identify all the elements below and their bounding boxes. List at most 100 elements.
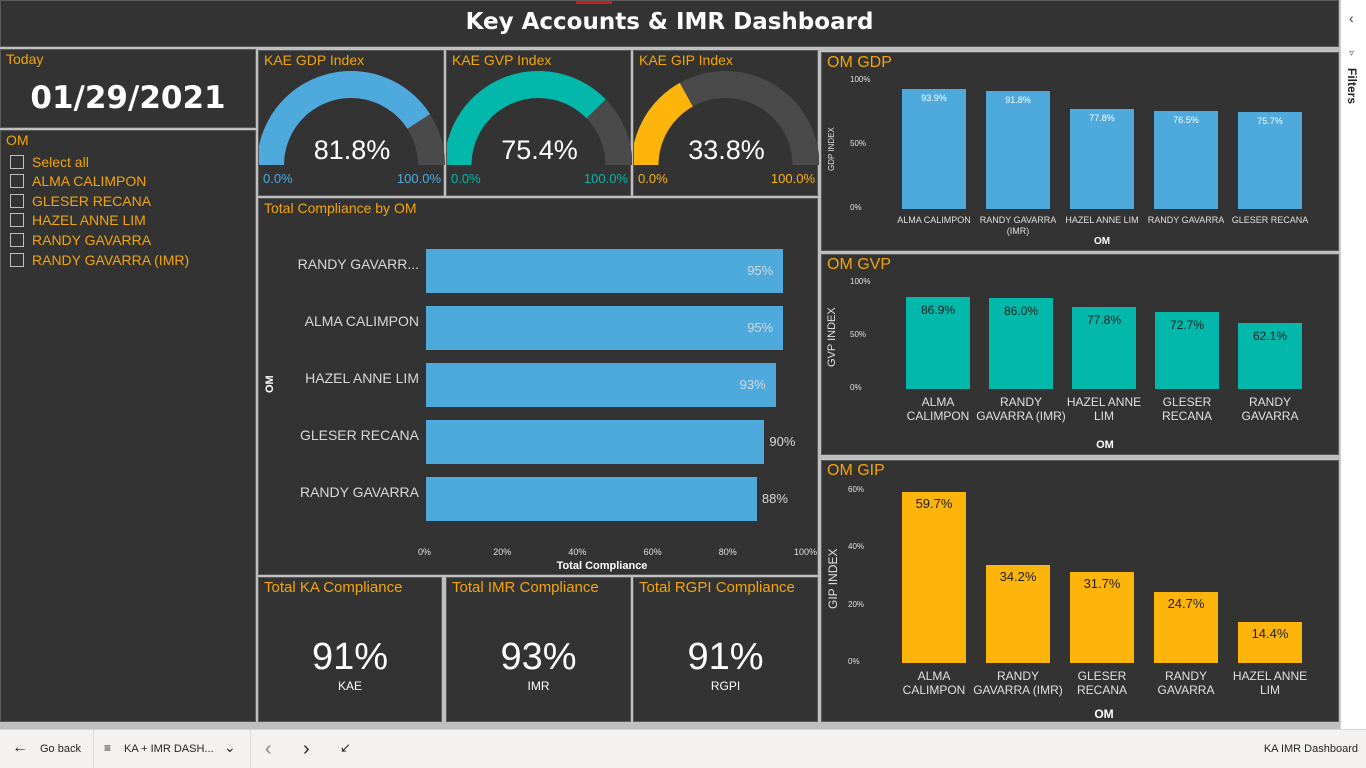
slicer-item-select-all[interactable]: Select all (10, 153, 89, 171)
bar-category-label: HAZEL ANNE LIM (305, 370, 419, 386)
bar-value-label: 76.5% (1173, 115, 1199, 126)
report-name: KA IMR Dashboard (1263, 743, 1358, 755)
slicer-item-randy-gavarra[interactable]: RANDY GAVARRA (10, 231, 151, 249)
slicer-item-gleser-recana[interactable]: GLESER RECANA (10, 192, 151, 210)
gauge-kae-gdp[interactable]: KAE GDP Index 81.8% 0.0% 100.0% (258, 50, 445, 196)
bar-value-label: 86.9% (920, 302, 956, 317)
page-navigation-bar: ← Go back ≡ KA + IMR DASH... ⌄ ‹ › ↙ KA … (0, 729, 1366, 768)
x-category-label: ALMA CALIMPON (906, 395, 970, 423)
kpi-subtitle: KAE (337, 679, 362, 693)
bar-value-label: 88% (761, 491, 788, 506)
go-back-button[interactable]: Go back (40, 743, 81, 755)
chevron-down-icon[interactable]: ⌄ (224, 739, 236, 756)
checkbox[interactable] (10, 213, 24, 227)
y-axis-title: GVP INDEX (826, 307, 838, 367)
chevron-left-icon[interactable]: ‹ (1349, 10, 1354, 26)
x-category-label: ALMA CALIMPON (902, 669, 966, 697)
checkbox[interactable] (10, 174, 24, 188)
checkbox[interactable] (10, 233, 24, 247)
gauge-kae-gvp[interactable]: KAE GVP Index 75.4% 0.0% 100.0% (446, 50, 632, 196)
om-gip-chart[interactable]: OM GIP GIP INDEX OM 60% 40% 20% 0% 59.7% ALMA… (821, 460, 1339, 722)
x-tick-label: 60% (643, 547, 662, 557)
om-gdp-chart[interactable]: OM GDP GDP INDEX OM 100% 50% 0% 93.9% ALMA C… (821, 52, 1339, 251)
kpi-rgpi-compliance[interactable]: Total RGPI Compliance 91% RGPI (633, 577, 818, 722)
slicer-item-label: RANDY GAVARRA (32, 232, 152, 248)
page-selector[interactable]: KA + IMR DASH... (124, 743, 214, 755)
checkbox[interactable] (10, 253, 24, 267)
gauge-min-label: 0.0% (638, 171, 668, 186)
kpi-ka-compliance[interactable]: Total KA Compliance 91% KAE (258, 577, 442, 722)
filters-pane[interactable]: ‹ ▿ Filters (1340, 0, 1366, 729)
bar-value-label: 86.0% (1003, 303, 1039, 318)
bar-category-label: RANDY GAVARRA (299, 484, 419, 500)
kpi-title: Total IMR Compliance (452, 579, 599, 596)
chart-title: OM GVP (827, 256, 892, 273)
gauge-min-label: 0.0% (451, 171, 481, 186)
y-tick-label: 0% (850, 383, 862, 392)
x-category-label: GLESER RECANA (1231, 215, 1309, 225)
x-category-label: RANDY GAVARRA (IMR) (979, 215, 1057, 236)
slicer-item-label: ALMA CALIMPON (32, 173, 147, 189)
om-bar (902, 88, 966, 209)
om-bar (902, 491, 966, 663)
gauge-value: 33.8% (688, 135, 765, 165)
om-bar (986, 91, 1050, 209)
gauge-kae-gip[interactable]: KAE GIP Index 33.8% 0.0% 100.0% (633, 50, 819, 196)
bar-value-label: 77.8% (1089, 113, 1115, 124)
bar-value-label: 72.7% (1169, 317, 1205, 332)
bar-value-label: 62.1% (1252, 329, 1288, 344)
bar-value-label: 93% (739, 377, 766, 392)
om-slicer: OM Select all ALMA CALIMPON GLESER RECAN… (0, 130, 256, 722)
y-tick-label: 50% (850, 139, 867, 148)
y-tick-label: 0% (850, 203, 862, 212)
compliance-chart[interactable]: Total Compliance by OM OM RANDY GAVARR..… (258, 198, 818, 575)
dashboard-header: Key Accounts & IMR Dashboard (0, 0, 1339, 47)
om-gvp-chart[interactable]: OM GVP GVP INDEX OM 100% 50% 0% 86.9% ALMA C… (821, 254, 1339, 455)
x-category-label: RANDY GAVARRA (1147, 215, 1225, 225)
x-category-label: RANDY GAVARRA (IMR) (976, 395, 1066, 423)
y-axis-title: GDP INDEX (827, 127, 836, 171)
slicer-item-hazel-anne-lim[interactable]: HAZEL ANNE LIM (10, 211, 146, 229)
y-tick-label: 40% (848, 542, 865, 552)
checkbox[interactable] (10, 194, 24, 208)
y-tick-label: 0% (848, 657, 860, 666)
gauge-min-label: 0.0% (263, 171, 293, 186)
x-axis-title: OM (1093, 236, 1111, 247)
x-category-label: RANDY GAVARRA (1241, 395, 1299, 423)
today-title: Today (6, 51, 44, 67)
x-tick-label: 80% (718, 547, 737, 557)
kpi-subtitle: IMR (527, 679, 550, 693)
slicer-item-label: GLESER RECANA (32, 193, 152, 209)
gauge-max-label: 100.0% (770, 171, 815, 186)
previous-page-icon[interactable]: ‹ (265, 738, 272, 761)
bar-category-label: RANDY GAVARR... (297, 256, 419, 272)
y-tick-label: 60% (848, 485, 865, 494)
collapse-icon[interactable]: ↙ (340, 740, 351, 756)
slicer-item-alma-calimpon[interactable]: ALMA CALIMPON (10, 172, 146, 190)
bar-value-label: 14.4% (1251, 625, 1289, 641)
checkbox[interactable] (10, 155, 24, 169)
bar-category-label: GLESER RECANA (299, 427, 419, 443)
kpi-value: 93% (500, 636, 577, 678)
om-bar (1238, 112, 1302, 209)
kpi-value: 91% (687, 636, 764, 678)
filters-label[interactable]: Filters (1345, 68, 1359, 104)
compliance-bar (426, 306, 784, 350)
y-tick-label: 20% (848, 599, 865, 609)
slicer-item-randy-gavarra-imr[interactable]: RANDY GAVARRA (IMR) (10, 251, 189, 269)
dashboard-title: Key Accounts & IMR Dashboard (465, 9, 874, 35)
slicer-item-label: HAZEL ANNE LIM (32, 212, 146, 228)
compliance-bar (426, 249, 784, 293)
om-bar (1154, 111, 1218, 209)
filter-icon: ▿ (1349, 48, 1355, 59)
next-page-icon[interactable]: › (303, 738, 310, 761)
kpi-imr-compliance[interactable]: Total IMR Compliance 93% IMR (446, 577, 631, 722)
y-tick-label: 100% (850, 277, 871, 286)
x-axis-title: OM (1096, 439, 1114, 451)
x-tick-label: 0% (418, 547, 432, 557)
bar-value-label: 90% (769, 434, 796, 449)
bar-value-label: 93.9% (921, 92, 947, 103)
x-tick-label: 40% (568, 547, 587, 557)
chart-title: OM GDP (827, 54, 892, 71)
arrow-left-icon[interactable]: ← (12, 739, 28, 757)
